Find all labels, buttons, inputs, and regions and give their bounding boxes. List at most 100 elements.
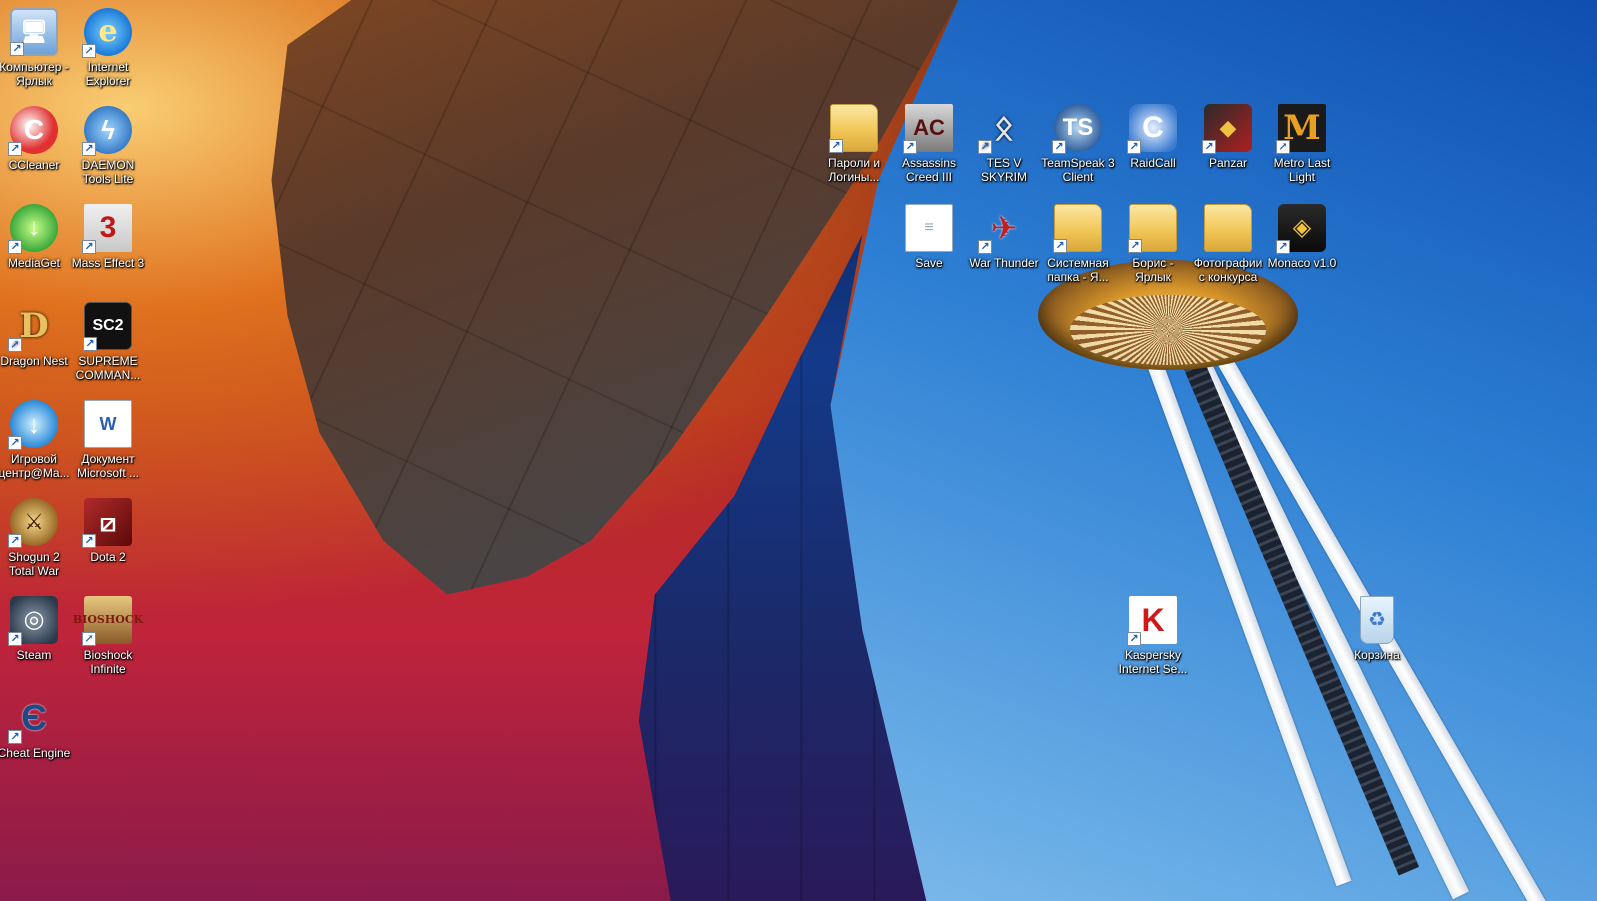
raidcall-icon: C ↗ xyxy=(1127,104,1177,154)
mass-effect-3-icon: 3 ↗ xyxy=(82,204,132,254)
desktop-icon-assassins-creed-3[interactable]: AC ↗ Assassins Creed III xyxy=(892,104,966,184)
desktop-icon-supreme-commander[interactable]: SC2 ↗ SUPREME COMMAN... xyxy=(71,302,145,382)
icon-label: Cheat Engine xyxy=(0,746,71,760)
shortcut-arrow-icon: ↗ xyxy=(8,436,22,450)
icon-label: Dragon Nest xyxy=(0,354,68,368)
desktop-icon-mediaget[interactable]: ↓ ↗ MediaGet xyxy=(0,204,71,270)
icon-label: Save xyxy=(915,256,943,270)
shortcut-arrow-icon: ↗ xyxy=(8,534,22,548)
icon-label: Системная папка - Я... xyxy=(1047,256,1109,284)
metro-last-light-icon: M ↗ xyxy=(1276,104,1326,154)
desktop-icon-kaspersky[interactable]: K ↗ Kaspersky Internet Se... xyxy=(1116,596,1190,676)
monaco-icon: ◈ ↗ xyxy=(1276,204,1326,254)
icon-label: Mass Effect 3 xyxy=(71,256,145,270)
desktop-icon-recycle-bin[interactable]: ♻ Корзина xyxy=(1340,596,1414,662)
desktop-icon-save-file[interactable]: ≡ Save xyxy=(892,204,966,270)
desktop-icon-system-folder[interactable]: ↗ Системная папка - Я... xyxy=(1041,204,1115,284)
folder-icon: ↗ xyxy=(829,104,878,153)
shortcut-arrow-icon: ↗ xyxy=(83,337,97,351)
war-thunder-icon: ✈ ↗ xyxy=(978,204,1028,254)
icon-label: Документ Microsoft ... xyxy=(76,452,139,480)
shortcut-arrow-icon: ↗ xyxy=(8,142,22,156)
desktop-icon-computer[interactable]: 🖥 ↗ Компьютер - Ярлык xyxy=(0,8,71,88)
game-center-mailru-icon: ↓ ↗ xyxy=(8,400,58,450)
shortcut-arrow-icon: ↗ xyxy=(82,240,96,254)
shortcut-arrow-icon: ↗ xyxy=(1053,239,1067,253)
desktop-icon-contest-photos[interactable]: Фотографии с конкурса xyxy=(1191,204,1265,284)
desktop-icon-mass-effect-3[interactable]: 3 ↗ Mass Effect 3 xyxy=(71,204,145,270)
desktop-icon-panzar[interactable]: ◆ ↗ Panzar xyxy=(1191,104,1265,170)
desktop-icon-metro-last-light[interactable]: M ↗ Metro Last Light xyxy=(1265,104,1339,184)
icon-label: Panzar xyxy=(1208,156,1248,170)
shortcut-arrow-icon: ↗ xyxy=(1202,140,1216,154)
desktop-icon-skyrim[interactable]: ᛟ ↗ TES V SKYRIM xyxy=(967,104,1041,184)
desktop-icon-ccleaner[interactable]: C ↗ CCleaner xyxy=(0,106,71,172)
icon-label: Shogun 2 Total War xyxy=(8,550,60,578)
icon-label: Dota 2 xyxy=(90,550,126,564)
desktop-icon-daemon-tools[interactable]: ϟ ↗ DAEMON Tools Lite xyxy=(71,106,145,186)
shortcut-arrow-icon: ↗ xyxy=(82,534,96,548)
desktop-icon-boris-shortcut[interactable]: ↗ Борис - Ярлык xyxy=(1116,204,1190,284)
desktop-icon-cheat-engine[interactable]: Є ↗ Cheat Engine xyxy=(0,694,71,761)
icon-label: RaidCall xyxy=(1130,156,1176,170)
desktop-icon-game-center[interactable]: ↓ ↗ Игровой центр@Ma... xyxy=(0,400,71,480)
desktop-icon-steam[interactable]: ◎ ↗ Steam xyxy=(0,596,71,662)
wallpaper-space-needle xyxy=(1030,220,1590,901)
icon-label: Борис - Ярлык xyxy=(1132,256,1174,284)
recycle-bin-icon: ♻ xyxy=(1360,596,1394,644)
icon-label: Пароли и Логины... xyxy=(827,156,881,184)
folder-shortcut-icon: ↗ xyxy=(1053,204,1102,253)
icon-label: Фотографии с конкурса xyxy=(1193,256,1263,284)
internet-explorer-icon: e ↗ xyxy=(82,8,132,58)
shortcut-arrow-icon: ↗ xyxy=(1128,239,1142,253)
desktop-icon-shogun-2[interactable]: ⚔ ↗ Shogun 2 Total War xyxy=(0,498,71,578)
panzar-icon: ◆ ↗ xyxy=(1202,104,1252,154)
file-icon: ≡ xyxy=(905,204,953,252)
icon-label: MediaGet xyxy=(7,256,61,270)
icon-label: SUPREME COMMAN... xyxy=(75,354,141,382)
shortcut-arrow-icon: ↗ xyxy=(1276,240,1290,254)
icon-label: TES V SKYRIM xyxy=(980,156,1027,184)
shortcut-arrow-icon: ↗ xyxy=(82,142,96,156)
desktop-icon-passwords-folder[interactable]: ↗ Пароли и Логины... xyxy=(817,104,891,184)
dota-2-icon: ⧄ ↗ xyxy=(82,498,132,548)
desktop-icon-war-thunder[interactable]: ✈ ↗ War Thunder xyxy=(967,204,1041,270)
teamspeak-icon: TS ↗ xyxy=(1052,104,1102,154)
desktop-icon-dota-2[interactable]: ⧄ ↗ Dota 2 xyxy=(71,498,145,564)
shortcut-arrow-icon: ↗ xyxy=(8,730,22,744)
kaspersky-icon: K ↗ xyxy=(1127,596,1177,646)
desktop[interactable]: 🖥 ↗ Компьютер - Ярлык e ↗ Internet Explore… xyxy=(0,0,1597,901)
shortcut-arrow-icon: ↗ xyxy=(978,140,992,154)
mediaget-icon: ↓ ↗ xyxy=(8,204,58,254)
icon-label: Internet Explorer xyxy=(85,60,131,88)
desktop-icon-dragon-nest[interactable]: D ↗ Dragon Nest xyxy=(0,302,71,368)
desktop-icon-word-document[interactable]: W Документ Microsoft ... xyxy=(71,400,145,480)
shortcut-arrow-icon: ↗ xyxy=(8,338,22,352)
shortcut-arrow-icon: ↗ xyxy=(82,44,96,58)
word-document-icon: W xyxy=(84,400,132,448)
desktop-icon-monaco[interactable]: ◈ ↗ Monaco v1.0 xyxy=(1265,204,1339,270)
supreme-commander-icon: SC2 ↗ xyxy=(83,302,132,351)
ccleaner-icon: C ↗ xyxy=(8,106,58,156)
shortcut-arrow-icon: ↗ xyxy=(1276,140,1290,154)
shortcut-arrow-icon: ↗ xyxy=(10,42,24,56)
skyrim-icon: ᛟ ↗ xyxy=(978,104,1028,154)
desktop-icon-raidcall[interactable]: C ↗ RaidCall xyxy=(1116,104,1190,170)
computer-icon: 🖥 ↗ xyxy=(10,8,58,56)
icon-label: Компьютер - Ярлык xyxy=(0,60,69,88)
desktop-icon-teamspeak[interactable]: TS ↗ TeamSpeak 3 Client xyxy=(1041,104,1115,184)
daemon-tools-icon: ϟ ↗ xyxy=(82,106,132,156)
shogun-2-icon: ⚔ ↗ xyxy=(8,498,58,548)
shortcut-arrow-icon: ↗ xyxy=(1052,140,1066,154)
icon-label: Steam xyxy=(16,648,52,662)
shortcut-arrow-icon: ↗ xyxy=(978,240,992,254)
folder-shortcut-icon: ↗ xyxy=(1128,204,1177,253)
shortcut-arrow-icon: ↗ xyxy=(829,139,843,153)
desktop-icon-bioshock-infinite[interactable]: BIOSHOCK ↗ Bioshock Infinite xyxy=(71,596,145,676)
icon-label: Игровой центр@Ma... xyxy=(0,452,70,480)
icon-label: War Thunder xyxy=(969,256,1039,270)
dragon-nest-icon: D ↗ xyxy=(8,302,58,352)
icon-label: Bioshock Infinite xyxy=(83,648,133,676)
desktop-icon-internet-explorer[interactable]: e ↗ Internet Explorer xyxy=(71,8,145,88)
shortcut-arrow-icon: ↗ xyxy=(8,632,22,646)
